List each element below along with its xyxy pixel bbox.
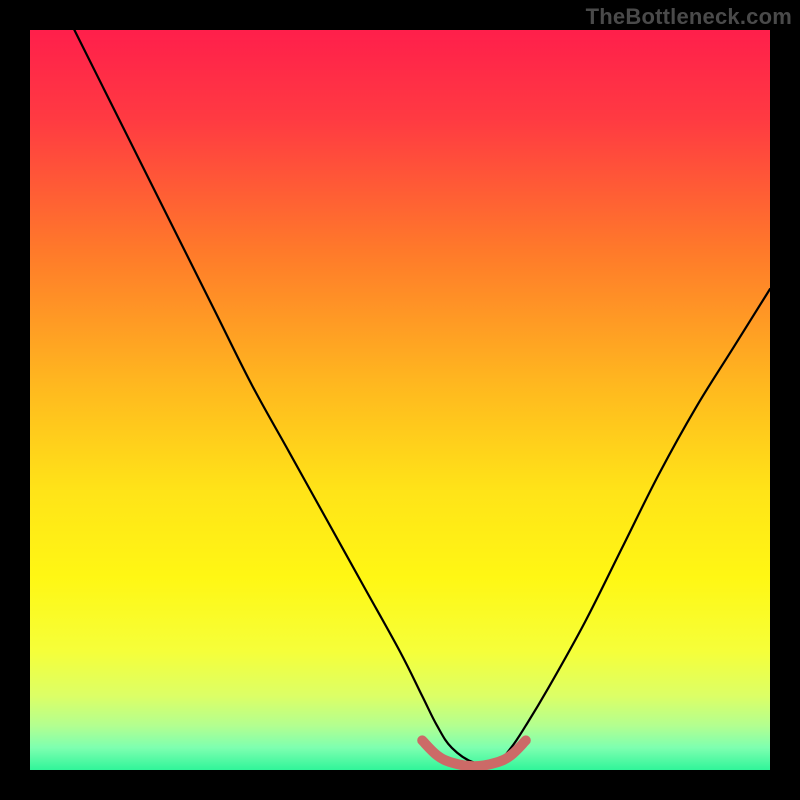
watermark-text: TheBottleneck.com bbox=[586, 4, 792, 30]
gradient-background bbox=[30, 30, 770, 770]
chart-frame: TheBottleneck.com bbox=[0, 0, 800, 800]
bottleneck-chart bbox=[30, 30, 770, 770]
